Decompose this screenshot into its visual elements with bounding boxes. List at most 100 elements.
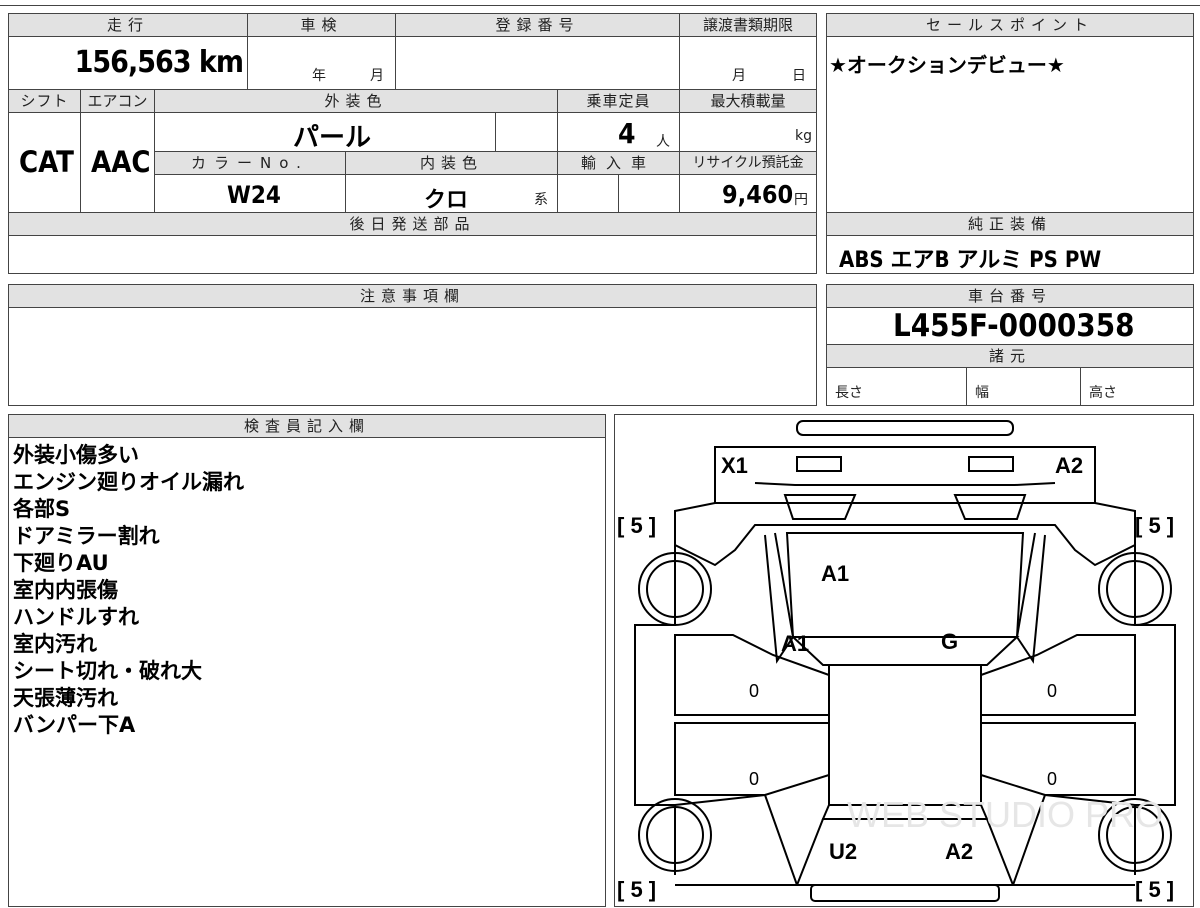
- exterior-color-value: パール: [293, 123, 372, 153]
- sales-point-cell: ★オークションデビュー★: [826, 36, 1194, 213]
- capacity-unit: 人: [656, 134, 670, 150]
- spec-width-label: 幅: [975, 385, 989, 401]
- later-parts-cell: [8, 235, 817, 274]
- mark-rear-right: A2: [945, 839, 973, 864]
- color-no-header: カラーNo.: [154, 151, 346, 175]
- shift-header: シフト: [8, 89, 81, 113]
- chassis-no-value: L455F-0000358: [893, 308, 1135, 344]
- front-fascia: [714, 446, 1096, 504]
- max-load-header: 最大積載量: [679, 89, 817, 113]
- notes-header: 注意事項欄: [8, 284, 817, 308]
- tire-front-right: [ 5 ]: [1135, 513, 1174, 538]
- capacity-value: 4: [618, 117, 636, 150]
- remark-item: バンパー下A: [13, 713, 136, 737]
- exterior-color-extra: [495, 112, 558, 152]
- inspector-remarks-list: 外装小傷多い エンジン廻りオイル漏れ 各部S ドアミラー割れ 下廻りAU 室内内…: [13, 442, 244, 739]
- sales-point-value: ★オークションデビュー★: [829, 53, 1065, 77]
- mark-left-door-rear: 0: [749, 769, 759, 789]
- sales-point-header: セールスポイント: [826, 13, 1194, 37]
- recycle-fee-unit: 円: [794, 192, 808, 208]
- standard-equipment-header: 純正装備: [826, 212, 1194, 236]
- aircon-header: エアコン: [80, 89, 155, 113]
- tire-front-left: [ 5 ]: [617, 513, 656, 538]
- mark-windshield: G: [941, 629, 958, 654]
- mark-right-door-front: 0: [1047, 681, 1057, 701]
- exterior-color-header: 外装色: [154, 89, 558, 113]
- specs-header: 諸元: [826, 344, 1194, 368]
- mark-hood: A1: [821, 561, 849, 586]
- rear-left-quarter: [674, 793, 799, 886]
- standard-equipment-cell: ABS エアB アルミ PS PW: [826, 235, 1194, 274]
- chassis-no-cell: L455F-0000358: [826, 307, 1194, 345]
- remark-item: ハンドルすれ: [13, 605, 139, 629]
- remark-item: 室内内張傷: [13, 578, 118, 602]
- recycle-fee-header: リサイクル預託金: [679, 151, 817, 175]
- windshield: [790, 636, 1020, 666]
- recycle-fee-cell: 9,460 円: [679, 174, 817, 213]
- mark-front-right: A2: [1055, 453, 1083, 478]
- car-diagram: WEB STUDIO PRO X1 A2 A1 A1 G U2 A2 0 0 0…: [617, 420, 1176, 902]
- rear-bumper: [810, 884, 1000, 902]
- spec-height-cell: 高さ: [1080, 367, 1194, 406]
- registration-header: 登録番号: [395, 13, 680, 37]
- interior-color-cell: クロ 系: [345, 174, 558, 213]
- roof: [828, 664, 982, 806]
- shift-value: CAT: [19, 145, 74, 179]
- imported-header: 輸入車: [557, 151, 680, 175]
- grille-slot-right: [953, 494, 1027, 520]
- inspector-remarks-cell: 外装小傷多い エンジン廻りオイル漏れ 各部S ドアミラー割れ 下廻りAU 室内内…: [8, 437, 606, 907]
- mark-left-door-front: 0: [749, 681, 759, 701]
- remark-item: 各部S: [13, 497, 71, 521]
- mileage-header: 走行: [8, 13, 248, 37]
- later-parts-header: 後日発送部品: [8, 212, 817, 236]
- mark-right-door-rear: 0: [1047, 769, 1057, 789]
- inspection-month: 月: [370, 68, 384, 84]
- transfer-month: 月: [732, 68, 746, 84]
- spec-length-cell: 長さ: [826, 367, 967, 406]
- tire-rear-right: [ 5 ]: [1135, 877, 1174, 902]
- aircon-value: AAC: [91, 145, 151, 179]
- mileage-value: 156,563 km: [74, 45, 244, 80]
- inspection-year: 年: [312, 68, 326, 84]
- shift-cell: CAT: [8, 112, 81, 213]
- headlight-right: [968, 456, 1014, 472]
- mark-front-left: X1: [721, 453, 748, 478]
- transfer-day: 日: [792, 68, 806, 84]
- car-diagram-frame: WEB STUDIO PRO X1 A2 A1 A1 G U2 A2 0 0 0…: [614, 414, 1194, 907]
- interior-color-suffix: 系: [534, 192, 548, 208]
- interior-color-header: 内装色: [345, 151, 558, 175]
- grille: [754, 482, 1056, 486]
- spec-length-label: 長さ: [835, 385, 863, 401]
- capacity-header: 乗車定員: [557, 89, 680, 113]
- headlight-left: [796, 456, 842, 472]
- exterior-color-cell: パール: [154, 112, 496, 153]
- front-bumper-top: [796, 420, 1014, 436]
- color-no-cell: W24: [154, 174, 346, 213]
- interior-color-value: クロ: [424, 188, 469, 213]
- max-load-unit: kg: [795, 128, 812, 144]
- mark-left-pillar: A1: [781, 631, 809, 656]
- spec-height-label: 高さ: [1089, 385, 1117, 401]
- color-no-value: W24: [227, 181, 281, 209]
- remark-item: 天張薄汚れ: [13, 686, 118, 710]
- tire-rear-left: [ 5 ]: [617, 877, 656, 902]
- inspection-cell: 年 月: [247, 36, 396, 90]
- registration-cell: [395, 36, 680, 90]
- inspection-header: 車検: [247, 13, 396, 37]
- capacity-cell: 4 人: [557, 112, 680, 152]
- aircon-cell: AAC: [80, 112, 155, 213]
- remark-item: シート切れ・破れ大: [13, 659, 202, 683]
- right-door-front: [980, 634, 1136, 716]
- recycle-fee-value: 9,460: [722, 180, 794, 209]
- notes-cell: [8, 307, 817, 406]
- remark-item: 下廻りAU: [13, 551, 109, 575]
- right-door-rear: [980, 722, 1136, 796]
- inspector-header: 検査員記入欄: [8, 414, 606, 438]
- remark-item: 外装小傷多い: [13, 443, 139, 467]
- transfer-deadline-header: 譲渡書類期限: [679, 13, 817, 37]
- remark-item: 室内汚れ: [13, 632, 97, 656]
- watermark: WEB STUDIO PRO: [847, 794, 1163, 835]
- mark-rear-left: U2: [829, 839, 857, 864]
- grille-slot-left: [783, 494, 857, 520]
- chassis-no-header: 車台番号: [826, 284, 1194, 308]
